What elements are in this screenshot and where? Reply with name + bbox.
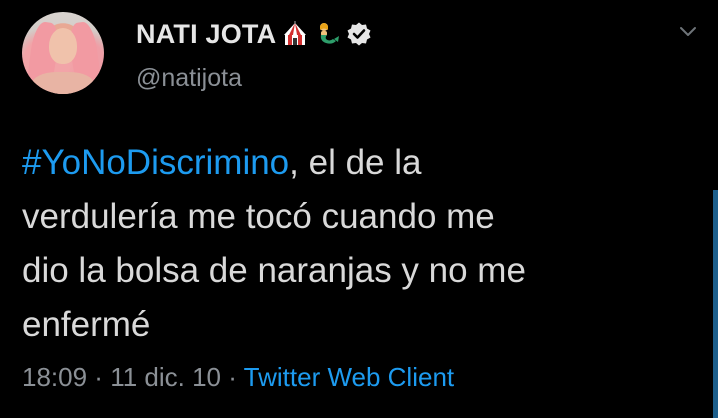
meta-separator: ·	[87, 362, 111, 392]
user-handle[interactable]: @natijota	[136, 64, 242, 93]
hashtag-link[interactable]: #YoNoDiscrimino	[22, 143, 289, 182]
tweet-text: #YoNoDiscrimino, el de la verdulería me …	[22, 136, 682, 352]
tweet-source-link[interactable]: Twitter Web Client	[244, 362, 454, 392]
tweet-date[interactable]: 11 dic. 10	[110, 362, 221, 392]
display-name[interactable]: NATI JOTA	[136, 19, 276, 50]
tweet-line-3: dio la bolsa de naranjas y no me	[22, 251, 526, 290]
tweet-line-4: enfermé	[22, 305, 151, 344]
meta-separator: ·	[221, 362, 244, 392]
tweet-meta: 18:09 · 11 dic. 10 · Twitter Web Client	[22, 362, 454, 393]
tweet-time[interactable]: 18:09	[22, 362, 87, 392]
tweet-line-1: #YoNoDiscrimino, el de la	[22, 136, 682, 190]
name-row: NATI JOTA	[136, 14, 372, 54]
scroll-indicator[interactable]	[713, 190, 718, 418]
verified-badge-icon	[347, 22, 371, 46]
tweet-card: NATI JOTA @natijota #YoNoDiscrimino, el	[0, 0, 718, 418]
mermaid-icon	[320, 23, 340, 44]
tweet-line-2: verdulería me tocó cuando me	[22, 197, 495, 236]
tweet-text-segment: , el de la	[289, 143, 422, 182]
avatar[interactable]	[22, 12, 104, 94]
circus-tent-icon	[284, 21, 307, 45]
chevron-down-icon[interactable]	[678, 24, 698, 38]
